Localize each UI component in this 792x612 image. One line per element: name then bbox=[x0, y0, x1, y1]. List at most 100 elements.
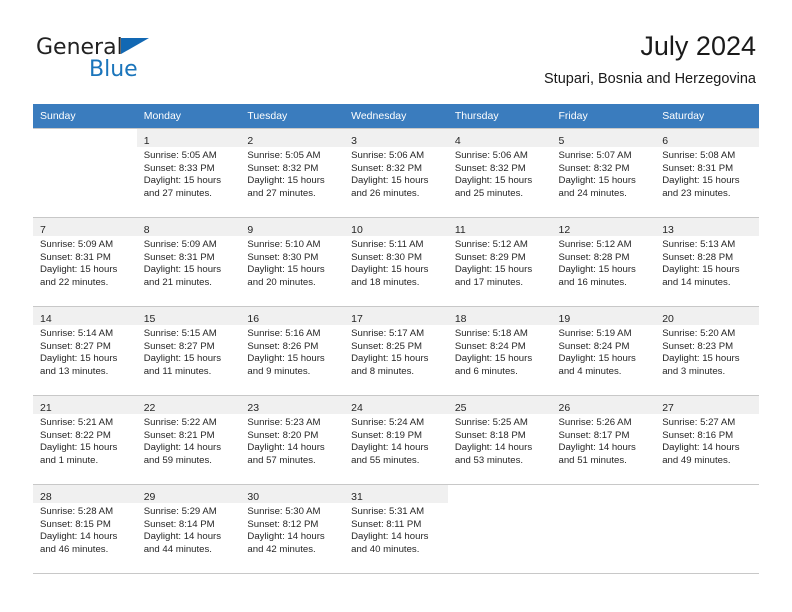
calendar-day-cell[interactable]: 4 Sunrise: 5:06 AM Sunset: 8:32 PM Daylight… bbox=[447, 128, 552, 218]
day-number-band: 30 bbox=[240, 485, 345, 503]
day-number: 12 bbox=[558, 224, 571, 236]
sunrise-text: Sunrise: 5:28 AM bbox=[40, 506, 114, 517]
calendar-week-row: 21 Sunrise: 5:21 AM Sunset: 8:22 PM Dayligh… bbox=[33, 395, 759, 485]
day-details: Sunrise: 5:21 AM Sunset: 8:22 PM Daylight:… bbox=[33, 414, 137, 467]
general-blue-logo[interactable]: General Blue bbox=[36, 36, 166, 84]
daylight-text: and 57 minutes. bbox=[247, 454, 316, 466]
daylight-text: Daylight: 14 hours bbox=[351, 531, 429, 543]
daylight-text: and 6 minutes. bbox=[454, 365, 518, 377]
day-number-band: 6 bbox=[655, 129, 759, 147]
daylight-text: and 4 minutes. bbox=[558, 365, 622, 377]
calendar-day-cell[interactable]: 14 Sunrise: 5:14 AM Sunset: 8:27 PM Dayligh… bbox=[33, 306, 137, 396]
daylight-text: and 49 minutes. bbox=[662, 454, 731, 466]
daylight-text: and 11 minutes. bbox=[143, 365, 212, 377]
day-number: 14 bbox=[40, 313, 52, 325]
calendar-day-cell[interactable]: 31 Sunrise: 5:31 AM Sunset: 8:11 PM Dayligh… bbox=[344, 484, 448, 574]
sunrise-text: Sunrise: 5:06 AM bbox=[454, 150, 528, 161]
day-details: Sunrise: 5:29 AM Sunset: 8:14 PM Daylight:… bbox=[137, 503, 241, 556]
calendar-day-cell[interactable]: 22 Sunrise: 5:22 AM Sunset: 8:21 PM Dayligh… bbox=[136, 395, 241, 485]
sunset-text: Sunset: 8:32 PM bbox=[454, 162, 526, 174]
sunrise-text: Sunrise: 5:29 AM bbox=[143, 506, 217, 517]
calendar-day-cell[interactable]: 20 Sunrise: 5:20 AM Sunset: 8:23 PM Dayligh… bbox=[655, 306, 759, 396]
sunset-text: Sunset: 8:20 PM bbox=[247, 429, 319, 441]
daylight-text: Daylight: 14 hours bbox=[558, 442, 636, 454]
day-number: 6 bbox=[662, 135, 669, 147]
day-number: 25 bbox=[454, 402, 467, 414]
day-details: Sunrise: 5:26 AM Sunset: 8:17 PM Daylight:… bbox=[552, 414, 656, 467]
day-details: Sunrise: 5:09 AM Sunset: 8:31 PM Daylight:… bbox=[137, 236, 241, 289]
daylight-text: and 27 minutes. bbox=[247, 187, 316, 199]
calendar-day-cell[interactable]: 1 Sunrise: 5:05 AM Sunset: 8:33 PM Daylight… bbox=[136, 128, 241, 218]
sunset-text: Sunset: 8:25 PM bbox=[351, 340, 423, 352]
day-number-band: 7 bbox=[33, 218, 137, 236]
daylight-text: and 22 minutes. bbox=[40, 276, 109, 288]
page-title: July 2024 bbox=[640, 31, 756, 61]
calendar-day-cell[interactable]: 17 Sunrise: 5:17 AM Sunset: 8:25 PM Dayligh… bbox=[344, 306, 448, 396]
calendar-day-cell[interactable]: 30 Sunrise: 5:30 AM Sunset: 8:12 PM Dayligh… bbox=[240, 484, 345, 574]
daylight-text: and 8 minutes. bbox=[351, 365, 415, 377]
day-number-band: 4 bbox=[447, 129, 552, 147]
calendar-day-cell[interactable]: 9 Sunrise: 5:10 AM Sunset: 8:30 PM Daylight… bbox=[240, 217, 345, 307]
day-details: Sunrise: 5:31 AM Sunset: 8:11 PM Daylight:… bbox=[344, 503, 448, 556]
daylight-text: Daylight: 14 hours bbox=[662, 442, 740, 454]
daylight-text: and 16 minutes. bbox=[558, 276, 627, 288]
daylight-text: and 23 minutes. bbox=[662, 187, 731, 199]
calendar-day-cell[interactable]: 10 Sunrise: 5:11 AM Sunset: 8:30 PM Dayligh… bbox=[344, 217, 448, 307]
calendar-day-cell[interactable]: 19 Sunrise: 5:19 AM Sunset: 8:24 PM Dayligh… bbox=[551, 306, 656, 396]
sunrise-text: Sunrise: 5:30 AM bbox=[247, 506, 321, 517]
calendar-day-cell[interactable]: 15 Sunrise: 5:15 AM Sunset: 8:27 PM Dayligh… bbox=[136, 306, 241, 396]
day-number-band: 16 bbox=[240, 307, 345, 325]
day-number-band: 3 bbox=[344, 129, 448, 147]
day-details: Sunrise: 5:16 AM Sunset: 8:26 PM Daylight:… bbox=[240, 325, 344, 378]
day-number-band: 19 bbox=[551, 307, 656, 325]
calendar-day-cell[interactable]: 5 Sunrise: 5:07 AM Sunset: 8:32 PM Daylight… bbox=[551, 128, 656, 218]
calendar-day-cell[interactable]: 29 Sunrise: 5:29 AM Sunset: 8:14 PM Dayligh… bbox=[136, 484, 241, 574]
calendar-day-cell[interactable]: 13 Sunrise: 5:13 AM Sunset: 8:28 PM Dayligh… bbox=[655, 217, 759, 307]
calendar-day-cell[interactable]: 21 Sunrise: 5:21 AM Sunset: 8:22 PM Dayligh… bbox=[33, 395, 137, 485]
calendar-day-cell[interactable]: 6 Sunrise: 5:08 AM Sunset: 8:31 PM Daylight… bbox=[655, 128, 759, 218]
day-details: Sunrise: 5:28 AM Sunset: 8:15 PM Daylight:… bbox=[33, 503, 137, 556]
calendar-page: General Blue July 2024 Stupari, Bosnia a… bbox=[0, 0, 792, 612]
daylight-text: and 18 minutes. bbox=[351, 276, 420, 288]
daylight-text: Daylight: 14 hours bbox=[351, 442, 429, 454]
day-details bbox=[552, 503, 656, 506]
daylight-text: Daylight: 15 hours bbox=[454, 264, 533, 276]
daylight-text: Daylight: 14 hours bbox=[143, 442, 222, 454]
calendar-day-cell[interactable]: 16 Sunrise: 5:16 AM Sunset: 8:26 PM Dayligh… bbox=[240, 306, 345, 396]
daylight-text: Daylight: 15 hours bbox=[247, 175, 325, 187]
sunset-text: Sunset: 8:16 PM bbox=[662, 429, 734, 441]
sunset-text: Sunset: 8:28 PM bbox=[558, 251, 630, 263]
calendar-day-cell[interactable]: 27 Sunrise: 5:27 AM Sunset: 8:16 PM Dayligh… bbox=[655, 395, 759, 485]
sunrise-text: Sunrise: 5:20 AM bbox=[662, 328, 736, 339]
weekday-header-wednesday: Wednesday bbox=[344, 104, 448, 129]
calendar-day-cell[interactable]: 7 Sunrise: 5:09 AM Sunset: 8:31 PM Daylight… bbox=[33, 217, 137, 307]
day-number: 16 bbox=[247, 313, 260, 325]
calendar-week-row: 1 Sunrise: 5:05 AM Sunset: 8:33 PM Daylight… bbox=[33, 128, 759, 218]
day-details: Sunrise: 5:12 AM Sunset: 8:29 PM Daylight:… bbox=[448, 236, 552, 289]
calendar-day-cell[interactable]: 23 Sunrise: 5:23 AM Sunset: 8:20 PM Dayligh… bbox=[240, 395, 345, 485]
daylight-text: Daylight: 15 hours bbox=[143, 264, 222, 276]
calendar-day-cell[interactable]: 26 Sunrise: 5:26 AM Sunset: 8:17 PM Dayligh… bbox=[551, 395, 656, 485]
calendar-day-cell[interactable]: 25 Sunrise: 5:25 AM Sunset: 8:18 PM Dayligh… bbox=[447, 395, 552, 485]
calendar-day-cell[interactable]: 2 Sunrise: 5:05 AM Sunset: 8:32 PM Daylight… bbox=[240, 128, 345, 218]
daylight-text: and 53 minutes. bbox=[454, 454, 524, 466]
calendar-day-cell[interactable]: 12 Sunrise: 5:12 AM Sunset: 8:28 PM Dayligh… bbox=[551, 217, 656, 307]
daylight-text: and 13 minutes. bbox=[40, 365, 109, 377]
sunset-text: Sunset: 8:23 PM bbox=[662, 340, 734, 352]
day-number: 30 bbox=[247, 491, 260, 503]
day-number-band: 25 bbox=[447, 396, 552, 414]
sunrise-text: Sunrise: 5:24 AM bbox=[351, 417, 425, 428]
sunset-text: Sunset: 8:19 PM bbox=[351, 429, 423, 441]
daylight-text: Daylight: 15 hours bbox=[247, 353, 325, 365]
daylight-text: Daylight: 15 hours bbox=[143, 175, 222, 187]
sunset-text: Sunset: 8:32 PM bbox=[247, 162, 319, 174]
calendar-day-cell[interactable]: 28 Sunrise: 5:28 AM Sunset: 8:15 PM Dayligh… bbox=[33, 484, 137, 574]
calendar-day-cell[interactable]: 8 Sunrise: 5:09 AM Sunset: 8:31 PM Daylight… bbox=[136, 217, 241, 307]
daylight-text: and 46 minutes. bbox=[40, 543, 109, 555]
daylight-text: Daylight: 15 hours bbox=[558, 353, 636, 365]
calendar-day-cell[interactable]: 11 Sunrise: 5:12 AM Sunset: 8:29 PM Dayligh… bbox=[447, 217, 552, 307]
calendar-day-cell[interactable]: 24 Sunrise: 5:24 AM Sunset: 8:19 PM Dayligh… bbox=[344, 395, 448, 485]
day-number-band: 18 bbox=[447, 307, 552, 325]
calendar-day-cell[interactable]: 18 Sunrise: 5:18 AM Sunset: 8:24 PM Dayligh… bbox=[447, 306, 552, 396]
calendar-day-cell[interactable]: 3 Sunrise: 5:06 AM Sunset: 8:32 PM Daylight… bbox=[344, 128, 448, 218]
